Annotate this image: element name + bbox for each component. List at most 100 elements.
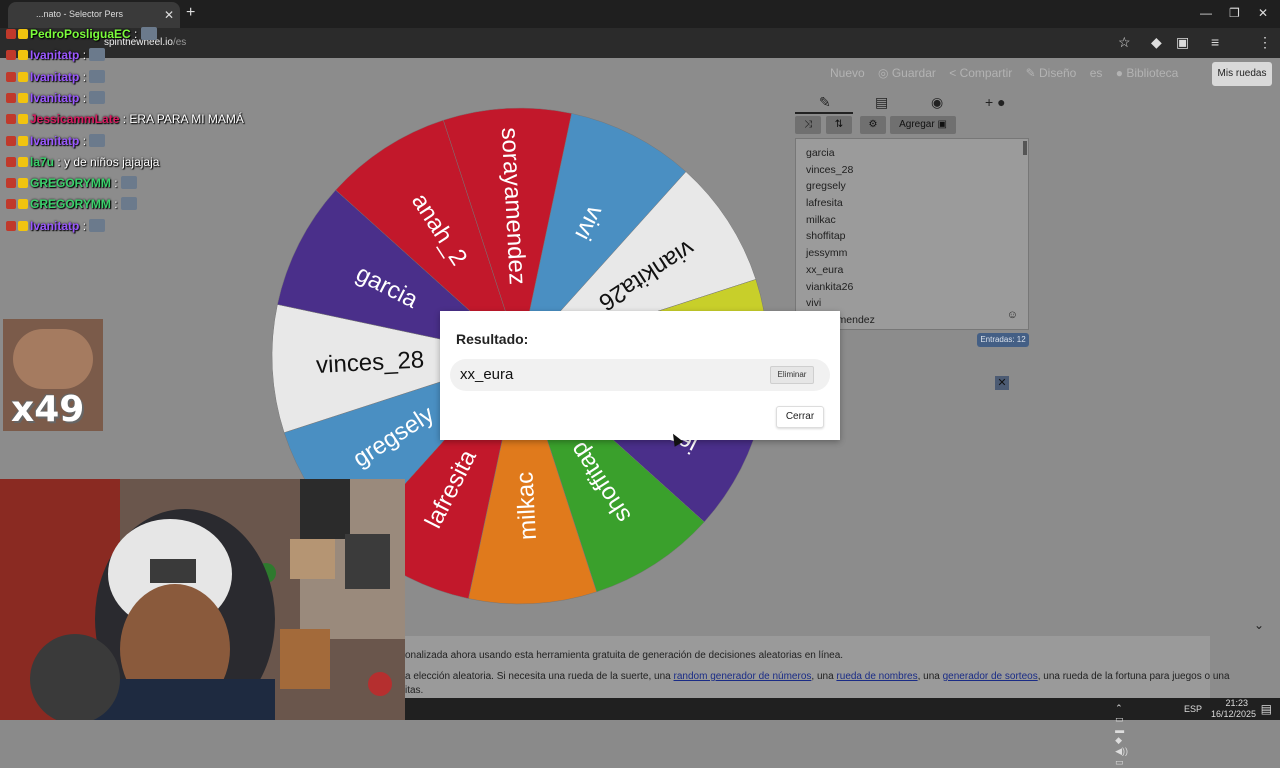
- shuffle-icon[interactable]: ⤨: [795, 116, 821, 134]
- window-close-icon[interactable]: ✕: [1258, 6, 1268, 20]
- nav-new[interactable]: Nuevo: [830, 66, 865, 80]
- chat-message: Ivanitatp :: [6, 90, 106, 105]
- entry-line: vinces_28: [806, 163, 854, 176]
- link-number-generator[interactable]: random generador de números: [674, 671, 812, 682]
- chat-badge-icon: [18, 50, 28, 61]
- meme-face-image: [13, 329, 93, 389]
- chat-text: :: [82, 69, 90, 84]
- meme-emote-overlay: x49: [3, 319, 103, 431]
- media-icon[interactable]: ≡: [1211, 34, 1219, 50]
- nav-language[interactable]: es: [1090, 66, 1103, 80]
- tab-title: ...nato - Selector Pers: [36, 9, 124, 19]
- add-color-wheel-icon[interactable]: + ●: [985, 94, 1006, 110]
- entries-scrollbar[interactable]: [1023, 141, 1027, 155]
- chat-text: :: [82, 218, 90, 233]
- browser-titlebar: ...nato - Selector Pers ✕ + — ❐ ✕: [0, 0, 1280, 28]
- wheel-segment-label: milkac: [511, 471, 542, 540]
- description-text-a: a elección aleatoria. Si necesita una ru…: [405, 671, 674, 682]
- webcam-image: [0, 479, 405, 720]
- nav-share[interactable]: < Compartir: [949, 66, 1012, 80]
- edit-pencil-icon[interactable]: ✎: [819, 94, 831, 111]
- chevron-down-icon[interactable]: ⌄: [1254, 618, 1264, 632]
- minimize-icon[interactable]: —: [1200, 6, 1212, 20]
- result-dialog: Resultado: xx_eura Eliminar Cerrar: [440, 311, 840, 440]
- chat-emote-icon: [89, 48, 106, 62]
- chat-username: GREGORYMM: [30, 197, 115, 212]
- new-tab-icon[interactable]: +: [186, 4, 195, 22]
- chat-text: :: [114, 176, 121, 191]
- chat-username: Ivanitatp: [30, 90, 83, 105]
- entry-line: viankita26: [806, 280, 854, 293]
- chat-message: Ivanitatp :: [6, 133, 106, 148]
- link-raffle-generator[interactable]: generador de sorteos: [943, 671, 1038, 682]
- browser-menu-icon[interactable]: ⋮: [1258, 34, 1272, 51]
- chat-badge-icon: [18, 135, 28, 146]
- chat-text: :: [82, 133, 90, 148]
- emoji-icon[interactable]: ☺: [1007, 309, 1018, 321]
- chat-emote-icon: [89, 133, 106, 147]
- sort-icon[interactable]: ⇅: [826, 116, 852, 134]
- chat-badge-icon: [6, 135, 16, 146]
- chat-text: : y de niños jajajaja: [57, 154, 160, 169]
- chat-emote-icon: [120, 176, 137, 190]
- tray-icons[interactable]: ⌃ ▭ ▬ ◆ ◀)) ▭: [1115, 703, 1128, 768]
- puzzle-icon[interactable]: ▣: [1176, 34, 1189, 51]
- clipboard-icon[interactable]: ▤: [875, 94, 888, 111]
- extension-icon[interactable]: ◆: [1151, 34, 1162, 51]
- chat-badge-icon: [18, 220, 28, 231]
- nav-library[interactable]: ● Biblioteca: [1116, 66, 1179, 80]
- chat-username: GREGORYMM: [30, 176, 115, 191]
- chat-badge-icon: [18, 92, 28, 103]
- chat-text: :: [82, 48, 90, 63]
- add-image-label: Agregar: [899, 119, 935, 130]
- hide-eye-icon[interactable]: ◉: [931, 94, 943, 111]
- chat-badge-icon: [18, 29, 28, 39]
- entry-line: gregsely: [806, 180, 846, 193]
- chat-emote-icon: [89, 90, 106, 104]
- chat-badge-icon: [18, 71, 28, 82]
- nav-save[interactable]: ◎ Guardar: [878, 66, 936, 80]
- top-navigation: Nuevo ◎ Guardar < Compartir ✎ Diseño es …: [830, 66, 1188, 80]
- settings-gear-icon[interactable]: ⚙: [860, 116, 886, 134]
- restore-icon[interactable]: ❐: [1229, 6, 1240, 20]
- chat-message: Ivanitatp :: [6, 48, 106, 63]
- entries-count-badge: Entradas: 12: [977, 333, 1029, 347]
- entry-line: garcia: [806, 147, 835, 159]
- link-name-wheel[interactable]: rueda de nombres: [836, 671, 917, 682]
- description-section: onalizada ahora usando esta herramienta …: [405, 636, 1230, 698]
- tab-close-icon[interactable]: ✕: [164, 8, 174, 22]
- my-wheels-button[interactable]: Mis ruedas: [1212, 62, 1272, 86]
- entry-line: jessymm: [806, 247, 848, 260]
- nav-library-label: Biblioteca: [1126, 66, 1179, 80]
- browser-tab[interactable]: ...nato - Selector Pers ✕: [8, 2, 180, 28]
- close-x-icon[interactable]: ✕: [995, 376, 1009, 390]
- chat-text: :: [82, 90, 90, 105]
- entry-line: vivi: [806, 297, 822, 310]
- nav-save-label: Guardar: [891, 66, 936, 80]
- add-image-button[interactable]: Agregar ▣: [890, 116, 956, 134]
- chat-badge-icon: [6, 29, 16, 39]
- active-tab-indicator: [795, 112, 853, 114]
- clock-time[interactable]: 21:23: [1225, 698, 1248, 708]
- notifications-icon[interactable]: ▤: [1261, 702, 1272, 716]
- delete-button[interactable]: Eliminar: [770, 366, 814, 384]
- chat-message: Ivanitatp :: [6, 218, 106, 233]
- language-indicator[interactable]: ESP: [1184, 704, 1202, 714]
- url-path: /es: [172, 37, 187, 48]
- chat-message: PedroPosliguaEC :: [6, 27, 157, 41]
- clock-date[interactable]: 16/12/2025: [1211, 709, 1256, 719]
- chat-badge-icon: [6, 178, 16, 189]
- chat-badge-icon: [6, 156, 16, 167]
- result-value: xx_eura: [460, 366, 514, 383]
- chat-badge-icon: [18, 156, 28, 167]
- description-line-3: itas.: [405, 685, 424, 696]
- close-button[interactable]: Cerrar: [776, 406, 824, 428]
- dialog-title: Resultado:: [456, 331, 529, 347]
- entries-textarea[interactable]: garcia vinces_28 gregsely lafresita milk…: [795, 138, 1029, 330]
- chat-badge-icon: [18, 199, 28, 210]
- chat-username: Ivanitatp: [30, 48, 83, 63]
- chat-username: Ivanitatp: [30, 133, 83, 148]
- nav-design[interactable]: ✎ Diseño: [1026, 66, 1077, 80]
- wheel-segment-label: vinces_28: [315, 346, 424, 379]
- bookmark-star-icon[interactable]: ☆: [1118, 34, 1131, 51]
